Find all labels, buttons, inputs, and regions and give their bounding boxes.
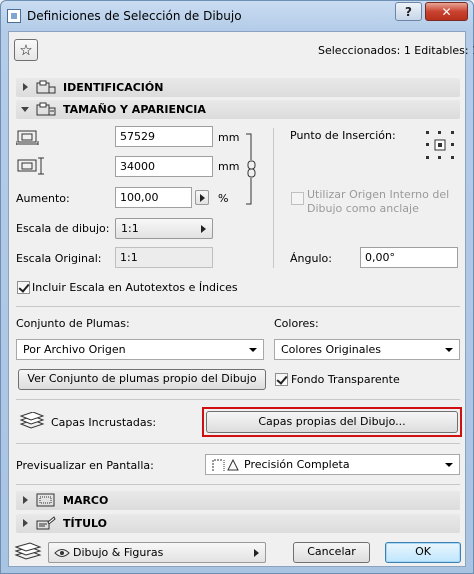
- title-bar[interactable]: Definiciones de Selección de Dibujo ? ✕: [1, 1, 473, 31]
- arrow-right-icon: [201, 225, 206, 233]
- escala-dibujo-value: 1:1: [121, 222, 139, 235]
- fondo-transparente-checkbox[interactable]: [275, 373, 288, 386]
- layer-combination-selector[interactable]: Dibujo & Figuras: [48, 542, 266, 563]
- size-appearance-icon: [36, 102, 56, 116]
- layer-stack-icon: [14, 542, 42, 560]
- escala-original-label: Escala Original:: [16, 252, 102, 265]
- height-icon: [17, 157, 44, 175]
- colores-label: Colores:: [274, 317, 319, 330]
- previsualizar-label: Previsualizar en Pantalla:: [16, 459, 154, 472]
- expand-arrow-icon: [23, 519, 28, 527]
- origen-interno-label: Utilizar Origen Interno del Dibujo como …: [307, 188, 467, 216]
- separator: [16, 399, 460, 400]
- title-icon: [36, 516, 56, 530]
- aumento-menu-button[interactable]: [195, 190, 209, 205]
- id-tag-icon: [36, 80, 56, 94]
- previsualizar-dropdown[interactable]: Precisión Completa: [205, 454, 460, 475]
- eye-icon: [54, 549, 70, 557]
- incluir-escala-label: Incluir Escala en Autotextos e Índices: [32, 281, 238, 294]
- section-tamano-label: TAMAÑO Y APARIENCIA: [63, 103, 206, 116]
- proportion-chain-icon[interactable]: [244, 132, 258, 206]
- favorites-button[interactable]: ☆: [14, 39, 38, 61]
- section-tamano-apariencia[interactable]: TAMAÑO Y APARIENCIA: [16, 100, 460, 119]
- selection-info: Seleccionados: 1 Editables: 1: [318, 44, 474, 57]
- frame-icon: [36, 493, 55, 507]
- angulo-field[interactable]: 0,00°: [360, 247, 458, 268]
- cancel-button[interactable]: Cancelar: [293, 542, 370, 563]
- conjunto-plumas-label: Conjunto de Plumas:: [16, 317, 130, 330]
- escala-dibujo-label: Escala de dibujo:: [16, 222, 110, 235]
- expand-arrow-icon: [23, 83, 28, 91]
- section-titulo[interactable]: TÍTULO: [16, 514, 460, 533]
- height-unit: mm: [218, 160, 240, 173]
- capas-incrustadas-label: Capas Incrustadas:: [51, 416, 157, 429]
- punto-insercion-label: Punto de Inserción:: [290, 129, 396, 142]
- angulo-label: Ángulo:: [290, 252, 332, 265]
- help-button[interactable]: ?: [395, 2, 422, 21]
- conjunto-plumas-value: Por Archivo Origen: [23, 343, 126, 356]
- origen-interno-text: Utilizar Origen Interno del Dibujo como …: [307, 188, 450, 215]
- capas-propias-button[interactable]: Capas propias del Dibujo...: [206, 411, 458, 433]
- section-identificacion[interactable]: IDENTIFICACIÓN: [16, 78, 460, 97]
- width-icon: [16, 130, 39, 145]
- arrow-right-icon: [254, 549, 259, 557]
- expand-arrow-icon: [23, 496, 28, 504]
- aumento-label: Aumento:: [16, 192, 70, 205]
- app-icon: [7, 9, 21, 23]
- dialog-content: ☆ Seleccionados: 1 Editables: 1 IDENTIFI…: [8, 31, 474, 567]
- column-divider: [273, 128, 274, 268]
- arrow-right-icon: [200, 194, 205, 202]
- chevron-down-icon: [249, 348, 257, 352]
- incluir-escala-checkbox[interactable]: [17, 281, 30, 294]
- ver-conjunto-plumas-button[interactable]: Ver Conjunto de plumas propio del Dibujo: [18, 369, 266, 390]
- separator: [16, 443, 460, 444]
- section-titulo-label: TÍTULO: [63, 517, 107, 530]
- escala-original-field: 1:1: [115, 247, 213, 268]
- height-field[interactable]: 34000: [115, 156, 213, 177]
- section-identificacion-label: IDENTIFICACIÓN: [63, 81, 164, 94]
- separator: [16, 306, 460, 307]
- layers-icon: [19, 412, 45, 429]
- colores-value: Colores Originales: [281, 343, 382, 356]
- anchor-point-grid-icon[interactable]: [424, 129, 456, 161]
- ok-button[interactable]: OK: [385, 542, 461, 563]
- chevron-down-icon: [445, 348, 453, 352]
- colores-dropdown[interactable]: Colores Originales: [274, 339, 460, 360]
- origen-interno-checkbox[interactable]: [291, 192, 304, 205]
- separator: [16, 484, 460, 485]
- escala-dibujo-selector[interactable]: 1:1: [115, 218, 213, 239]
- collapse-arrow-icon: [21, 107, 29, 112]
- window-title: Definiciones de Selección de Dibujo: [27, 9, 242, 23]
- chevron-down-icon: [445, 463, 453, 467]
- close-button[interactable]: ✕: [425, 2, 468, 21]
- layer-combination-value: Dibujo & Figuras: [73, 546, 164, 559]
- conjunto-plumas-dropdown[interactable]: Por Archivo Origen: [16, 339, 264, 360]
- previsualizar-value: Precisión Completa: [244, 458, 350, 471]
- aumento-unit: %: [218, 192, 229, 205]
- star-icon: ☆: [19, 41, 33, 59]
- section-marco-label: MARCO: [63, 494, 109, 507]
- width-unit: mm: [218, 131, 240, 144]
- width-field[interactable]: 57529: [115, 126, 213, 147]
- precision-icon: [212, 458, 239, 471]
- fondo-transparente-label: Fondo Transparente: [291, 373, 400, 386]
- section-marco[interactable]: MARCO: [16, 491, 460, 510]
- aumento-field[interactable]: 100,00: [115, 187, 192, 208]
- dialog-window: Definiciones de Selección de Dibujo ? ✕ …: [0, 0, 474, 574]
